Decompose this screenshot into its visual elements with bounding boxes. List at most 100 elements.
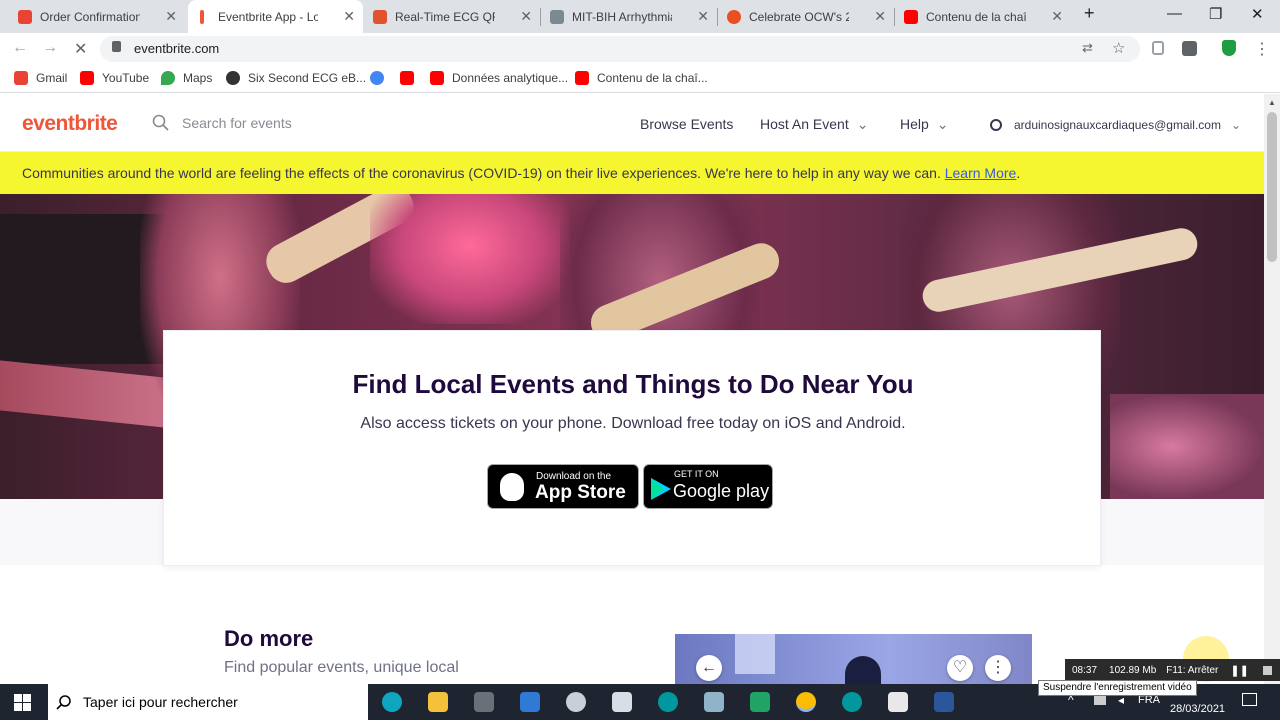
ocw-icon [727, 10, 741, 24]
file-explorer-icon[interactable] [428, 692, 448, 712]
windows-start-icon[interactable] [14, 694, 31, 711]
recorder-app-icon[interactable] [888, 692, 908, 712]
drummer-shape [370, 194, 570, 324]
gmail-icon [18, 10, 32, 24]
stop-icon[interactable] [1262, 665, 1272, 675]
tab-title: Contenu de la chaîne - [926, 9, 1026, 24]
arduino-icon[interactable] [658, 692, 678, 712]
carousel-prev-button[interactable]: ← [696, 655, 722, 681]
shield-icon[interactable] [1222, 40, 1236, 56]
close-icon[interactable]: ✕ [1051, 8, 1063, 25]
bookmark-youtube[interactable]: YouTube [80, 71, 149, 85]
tab-ocw[interactable]: Celebrate OCW's 20th a ✕ [719, 0, 894, 33]
back-icon[interactable]: ← [12, 39, 28, 57]
user-icon [990, 119, 1002, 131]
tab-separator [717, 8, 718, 26]
learn-more-link[interactable]: Learn More [945, 165, 1017, 181]
event-more-button[interactable]: ⋮ [985, 655, 1011, 681]
bookmark-label: Données analytique... [452, 71, 569, 85]
close-icon[interactable]: ✕ [343, 8, 355, 25]
search-input[interactable]: Search for events [152, 114, 292, 132]
youtube-icon [400, 71, 414, 85]
google-play-big-text: Google play [673, 481, 770, 501]
physionet-icon [550, 10, 564, 24]
youtube-icon [575, 71, 589, 85]
document-app-icon[interactable] [612, 692, 632, 712]
tab-mit-bih[interactable]: MIT-BIH Arrhythmia Da ✕ [542, 0, 717, 33]
bookmark-google[interactable] [370, 71, 392, 85]
account-email: arduinosignauxcardiaques@gmail.com [1014, 118, 1221, 132]
tab-eventbrite[interactable]: Eventbrite App - Local E ✕ [188, 0, 363, 33]
translate-icon[interactable]: ⇄ [1082, 40, 1093, 56]
apple-icon [500, 473, 524, 501]
network-icon[interactable] [1094, 695, 1106, 705]
mail-icon[interactable] [520, 692, 540, 712]
chrome-icon[interactable] [796, 692, 816, 712]
bookmark-channel-content[interactable]: Contenu de la chaî... [575, 71, 708, 85]
close-icon[interactable]: ✕ [697, 8, 709, 25]
youtube-icon [904, 10, 918, 24]
do-more-title: Do more [224, 626, 314, 651]
menu-dots-icon[interactable]: ⋮ [1254, 39, 1270, 59]
search-icon [152, 114, 169, 131]
scrollbar-thumb[interactable] [1267, 112, 1277, 262]
nav-account[interactable]: arduinosignauxcardiaques@gmail.com ⌄ [990, 118, 1241, 132]
arrow-left-icon: ← [701, 659, 717, 676]
word-icon[interactable] [934, 692, 954, 712]
bookmark-youtube-2[interactable] [400, 71, 422, 85]
store-icon[interactable] [474, 692, 494, 712]
extension-icon[interactable] [1152, 41, 1164, 55]
stop-hotkey: F11: Arrêter [1166, 664, 1219, 676]
nav-help[interactable]: Help ⌄ [900, 116, 949, 133]
eventbrite-logo[interactable]: eventbrite [22, 112, 118, 136]
covid-banner: Communities around the world are feeling… [0, 152, 1264, 194]
matlab-icon [373, 10, 387, 24]
chevron-down-icon: ⌄ [936, 116, 949, 132]
tab-youtube-channel[interactable]: Contenu de la chaîne - ✕ [896, 0, 1071, 33]
tab-ecg-qrs[interactable]: Real-Time ECG QRS Det ✕ [365, 0, 540, 33]
bookmark-six-second-ecg[interactable]: Six Second ECG eB... [226, 71, 366, 85]
nav-browse-events[interactable]: Browse Events [640, 116, 733, 132]
maximize-icon[interactable]: ❐ [1209, 5, 1222, 23]
bookmark-maps[interactable]: Maps [161, 71, 212, 85]
app-store-button[interactable]: Download on the App Store [487, 464, 639, 509]
taskbar-search[interactable]: Taper ici pour rechercher [48, 684, 368, 720]
bookmark-analytics[interactable]: Données analytique... [430, 71, 568, 85]
app-icon[interactable] [566, 692, 586, 712]
scroll-up-icon[interactable]: ▲ [1268, 98, 1276, 107]
page-scrollbar[interactable]: ▲ [1264, 94, 1280, 684]
carousel-person-shape [845, 656, 881, 684]
arduino-icon-2[interactable] [842, 692, 862, 712]
extension-translate-icon[interactable] [1182, 41, 1197, 56]
close-icon[interactable]: ✕ [874, 8, 886, 25]
address-bar[interactable]: eventbrite.com ⇄ ☆ [100, 36, 1140, 62]
close-icon[interactable]: ✕ [165, 8, 177, 25]
bookmark-label: YouTube [102, 71, 150, 85]
green-app-icon[interactable] [750, 692, 770, 712]
chevron-down-icon: ⌄ [856, 116, 869, 132]
stop-loading-icon[interactable]: ✕ [74, 39, 87, 59]
nav-host-an-event[interactable]: Host An Event ⌄ [760, 116, 868, 133]
notifications-icon[interactable] [1242, 693, 1257, 706]
pause-icon[interactable]: ❚❚ [1230, 664, 1248, 677]
tab-order-confirmation[interactable]: Order Confirmation for ✕ [10, 0, 185, 33]
forward-icon[interactable]: → [42, 39, 58, 57]
bookmark-gmail[interactable]: Gmail [14, 71, 67, 85]
browser-toolbar: ← → ✕ eventbrite.com ⇄ ☆ ⋮ [0, 33, 1280, 65]
save-event-button[interactable]: ♡ [947, 655, 973, 681]
tab-title: Eventbrite App - Local E [218, 9, 318, 24]
tab-separator [540, 8, 541, 26]
bookmark-label: Contenu de la chaî... [597, 71, 708, 85]
google-play-button[interactable]: GET IT ON Google play [643, 464, 773, 509]
window-close-icon[interactable]: ✕ [1251, 5, 1264, 23]
tab-title: Order Confirmation for [40, 9, 140, 24]
heart-icon: ♡ [952, 659, 968, 676]
notes-icon[interactable] [704, 692, 724, 712]
new-tab-icon[interactable]: + [1084, 3, 1095, 24]
carousel-bg-window [735, 634, 775, 674]
edge-icon[interactable] [382, 692, 402, 712]
bookmark-star-icon[interactable]: ☆ [1112, 39, 1125, 57]
minimize-icon[interactable]: — [1167, 5, 1182, 22]
close-icon[interactable]: ✕ [520, 8, 532, 25]
taskbar-date[interactable]: 28/03/2021 [1170, 703, 1225, 715]
